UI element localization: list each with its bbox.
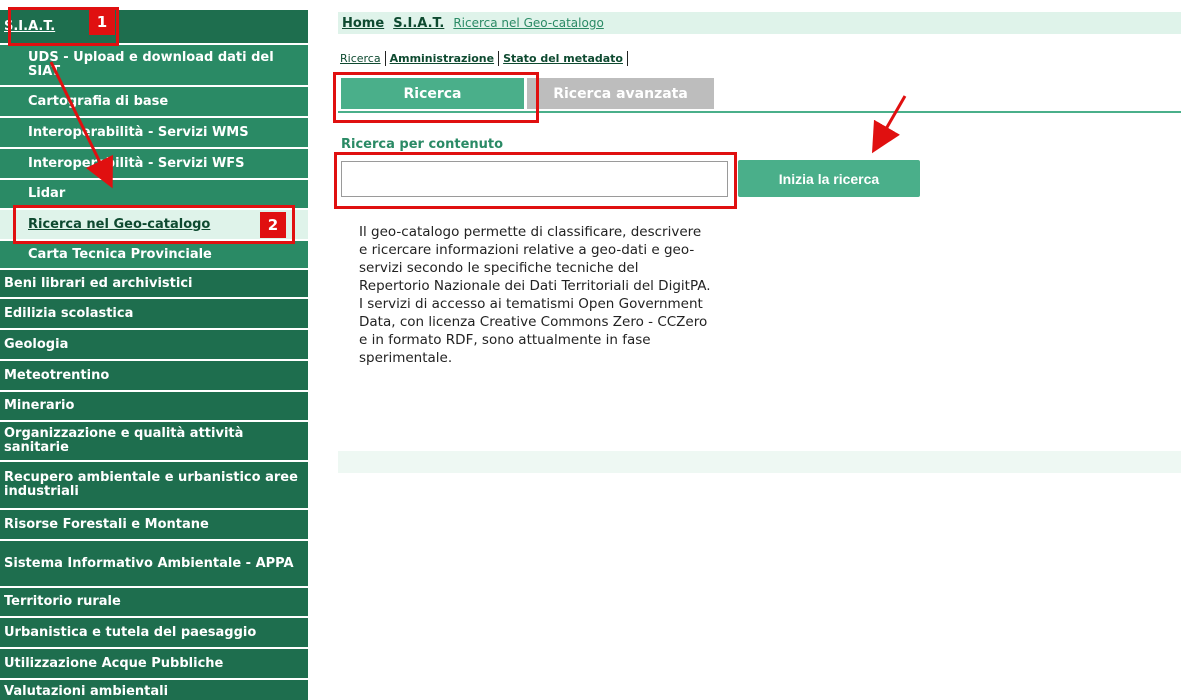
annotation-badge-1: 1 (89, 9, 115, 35)
sidebar-item-risorse-forestali[interactable]: Risorse Forestali e Montane (0, 510, 308, 540)
content-footer-band (338, 451, 1181, 473)
divider (384, 51, 386, 66)
divider (498, 51, 500, 66)
sidebar-item-wms[interactable]: Interoperabilità - Servizi WMS (0, 118, 308, 148)
search-label: Ricerca per contenuto (341, 137, 504, 152)
annotation-box-tab-ricerca (333, 72, 539, 123)
sidebar-item-carta-tecnica[interactable]: Carta Tecnica Provinciale (0, 241, 308, 269)
sidebar-item-beni-librari[interactable]: Beni librari ed archivistici (0, 270, 308, 298)
subnav-ricerca[interactable]: Ricerca (340, 52, 381, 65)
sub-navigation: Ricerca Amministrazione Stato del metada… (340, 51, 632, 66)
sidebar-item-urbanistica[interactable]: Urbanistica e tutela del paesaggio (0, 618, 308, 648)
arrow-to-search-button (872, 95, 907, 154)
tab-ricerca-avanzata[interactable]: Ricerca avanzata (527, 78, 714, 109)
sidebar-item-edilizia[interactable]: Edilizia scolastica (0, 299, 308, 329)
annotation-box-search-input (334, 152, 737, 209)
sidebar-item-recupero[interactable]: Recupero ambientale e urbanistico aree i… (0, 462, 308, 509)
sidebar-item-meteotrentino[interactable]: Meteotrentino (0, 361, 308, 391)
subnav-amministrazione[interactable]: Amministrazione (390, 52, 494, 65)
sidebar-item-geologia[interactable]: Geologia (0, 330, 308, 360)
sidebar-item-uds[interactable]: UDS - Upload e download dati del SIAT (0, 45, 308, 86)
sidebar-item-appa[interactable]: Sistema Informativo Ambientale - APPA (0, 541, 308, 587)
breadcrumb-siat[interactable]: S.I.A.T. (393, 16, 444, 31)
sidebar-item-territorio-rurale[interactable]: Territorio rurale (0, 588, 308, 617)
annotation-badge-2: 2 (260, 212, 286, 238)
sidebar-item-wfs[interactable]: Interoperabilità - Servizi WFS (0, 149, 308, 179)
breadcrumb-current[interactable]: Ricerca nel Geo-catalogo (453, 16, 603, 30)
sidebar-item-organizzazione[interactable]: Organizzazione e qualità attività sanita… (0, 422, 308, 461)
sidebar-item-acque-pubbliche[interactable]: Utilizzazione Acque Pubbliche (0, 649, 308, 679)
breadcrumb: Home S.I.A.T. Ricerca nel Geo-catalogo (338, 12, 1181, 34)
divider (626, 51, 628, 66)
sidebar-item-minerario[interactable]: Minerario (0, 392, 308, 421)
search-button[interactable]: Inizia la ricerca (738, 160, 920, 197)
breadcrumb-home[interactable]: Home (342, 16, 384, 31)
sidebar: S.I.A.T. UDS - Upload e download dati de… (0, 0, 308, 700)
sidebar-item-cartografia[interactable]: Cartografia di base (0, 87, 308, 117)
subnav-stato-metadato[interactable]: Stato del metadato (503, 52, 623, 65)
annotation-box-geo-catalogo (13, 205, 295, 244)
sidebar-item-valutazioni[interactable]: Valutazioni ambientali (0, 680, 308, 700)
description-text: Il geo-catalogo permette di classificare… (359, 224, 711, 366)
